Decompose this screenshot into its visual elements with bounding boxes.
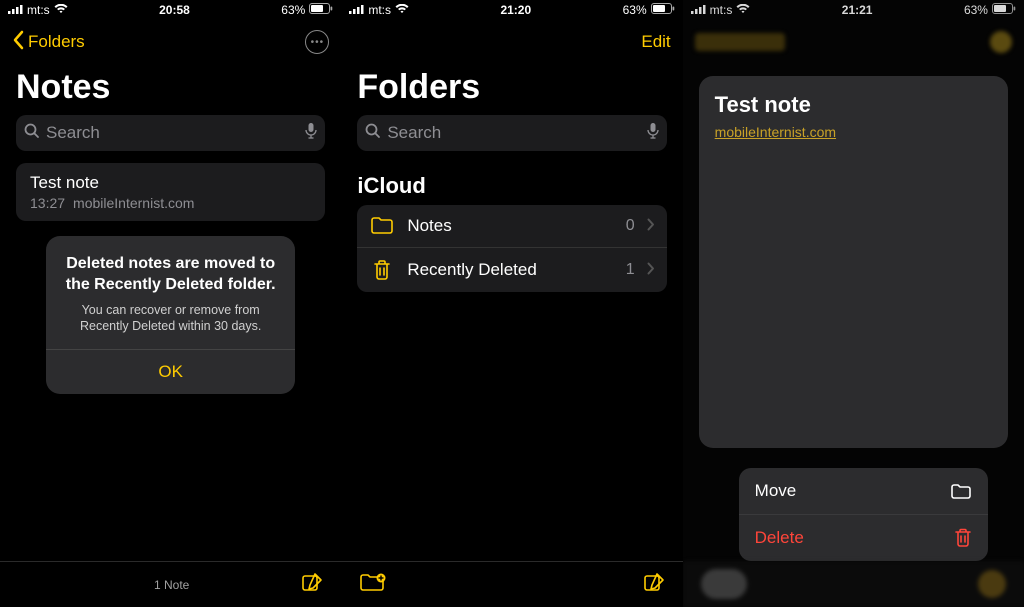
note-count: 1 Note — [42, 578, 301, 592]
menu-delete[interactable]: Delete — [739, 514, 988, 561]
chevron-left-icon — [12, 30, 24, 55]
folder-list: Notes 0 Recently Deleted 1 — [357, 205, 666, 292]
wifi-icon — [395, 3, 409, 17]
alert-dialog: Deleted notes are moved to the Recently … — [46, 236, 295, 394]
menu-move-label: Move — [755, 481, 797, 501]
battery-percent: 63% — [623, 3, 647, 17]
page-title: Folders — [341, 64, 682, 115]
battery-icon — [992, 3, 1016, 17]
preview-title: Test note — [715, 92, 992, 118]
wifi-icon — [736, 3, 750, 17]
status-time: 20:58 — [159, 3, 190, 17]
blurred-nav — [683, 20, 1024, 64]
screen-note-preview-menu: mt:s 21:21 63% Test note mobileInternist… — [683, 0, 1024, 607]
battery-percent: 63% — [964, 3, 988, 17]
signal-icon — [691, 3, 706, 17]
trash-icon — [954, 528, 972, 548]
search-placeholder: Search — [46, 123, 299, 143]
section-header-icloud: iCloud — [341, 163, 682, 205]
mic-icon[interactable] — [647, 122, 659, 145]
back-button[interactable]: Folders — [12, 30, 85, 55]
search-icon — [24, 123, 40, 144]
screen-notes-list: mt:s 20:58 63% Folders ••• Notes — [0, 0, 341, 607]
note-title: Test note — [30, 173, 311, 193]
mic-icon[interactable] — [305, 122, 317, 145]
folder-icon — [950, 483, 972, 500]
status-time: 21:20 — [500, 3, 531, 17]
chevron-right-icon — [647, 216, 655, 236]
search-field[interactable]: Search — [357, 115, 666, 151]
status-bar: mt:s 21:20 63% — [341, 0, 682, 20]
back-label: Folders — [28, 32, 85, 52]
folder-label: Recently Deleted — [407, 260, 613, 280]
battery-icon — [309, 3, 333, 17]
battery-percent: 63% — [281, 3, 305, 17]
search-field[interactable]: Search — [16, 115, 325, 151]
folder-row-recently-deleted[interactable]: Recently Deleted 1 — [357, 247, 666, 292]
note-preview-card[interactable]: Test note mobileInternist.com — [699, 76, 1008, 448]
folder-row-notes[interactable]: Notes 0 — [357, 205, 666, 247]
alert-subtitle: You can recover or remove from Recently … — [64, 302, 277, 336]
battery-icon — [651, 3, 675, 17]
context-menu: Move Delete — [739, 468, 988, 561]
note-row[interactable]: Test note 13:27 mobileInternist.com — [16, 163, 325, 221]
alert-ok-button[interactable]: OK — [46, 350, 295, 394]
new-folder-icon — [359, 572, 387, 597]
compose-button[interactable] — [643, 572, 665, 597]
wifi-icon — [54, 3, 68, 17]
search-placeholder: Search — [387, 123, 640, 143]
new-folder-button[interactable] — [359, 572, 387, 597]
carrier-label: mt:s — [368, 3, 391, 17]
signal-icon — [349, 3, 364, 17]
folder-icon — [369, 217, 395, 235]
search-icon — [365, 123, 381, 144]
more-button[interactable]: ••• — [305, 30, 329, 54]
carrier-label: mt:s — [27, 3, 50, 17]
blurred-toolbar — [683, 561, 1024, 607]
carrier-label: mt:s — [710, 3, 733, 17]
page-title: Notes — [0, 64, 341, 115]
edit-button[interactable]: Edit — [641, 32, 670, 52]
note-preview: mobileInternist.com — [73, 195, 194, 211]
compose-icon — [301, 572, 323, 597]
screen-folders: mt:s 21:20 63% Edit Folders Search iClou… — [341, 0, 682, 607]
signal-icon — [8, 3, 23, 17]
folder-count: 1 — [626, 261, 635, 279]
status-bar: mt:s 21:21 63% — [683, 0, 1024, 20]
compose-button[interactable] — [301, 572, 323, 597]
chevron-right-icon — [647, 260, 655, 280]
ellipsis-icon: ••• — [311, 37, 325, 48]
menu-move[interactable]: Move — [739, 468, 988, 514]
nav-bar: Folders ••• — [0, 20, 341, 64]
folder-label: Notes — [407, 216, 613, 236]
status-time: 21:21 — [842, 3, 873, 17]
bottom-toolbar — [341, 561, 682, 607]
menu-delete-label: Delete — [755, 528, 804, 548]
compose-icon — [643, 572, 665, 597]
folder-count: 0 — [626, 217, 635, 235]
nav-bar: Edit — [341, 20, 682, 64]
bottom-toolbar: 1 Note — [0, 561, 341, 607]
note-time: 13:27 — [30, 195, 65, 211]
preview-link: mobileInternist.com — [715, 124, 992, 140]
alert-title: Deleted notes are moved to the Recently … — [64, 254, 277, 296]
status-bar: mt:s 20:58 63% — [0, 0, 341, 20]
trash-icon — [369, 259, 395, 281]
